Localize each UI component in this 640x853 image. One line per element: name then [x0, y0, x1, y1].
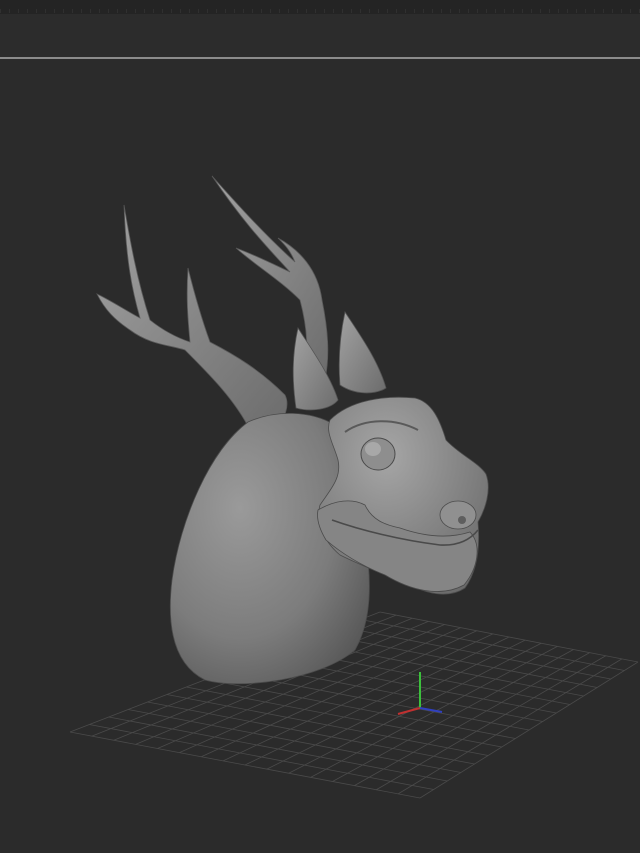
viewport-canvas[interactable] — [0, 59, 640, 853]
left-antler — [96, 204, 288, 431]
grid-line — [321, 634, 598, 688]
right-horn — [338, 310, 387, 394]
grid-line — [397, 658, 623, 795]
grid-line — [376, 655, 606, 791]
grid-line — [341, 626, 611, 680]
3d-viewport[interactable] — [0, 59, 640, 853]
dragon-snout — [439, 500, 477, 530]
dragon-head-model[interactable] — [96, 175, 489, 685]
top-menu-bar — [0, 0, 640, 15]
grid-line — [332, 649, 574, 782]
grid-line — [360, 619, 625, 671]
toolbar-strip — [0, 14, 640, 57]
sculpting-app-window — [0, 0, 640, 853]
ruler-ticks — [0, 9, 640, 13]
grid-line — [379, 611, 639, 663]
eye-highlight — [365, 442, 381, 456]
nostril — [458, 516, 466, 524]
